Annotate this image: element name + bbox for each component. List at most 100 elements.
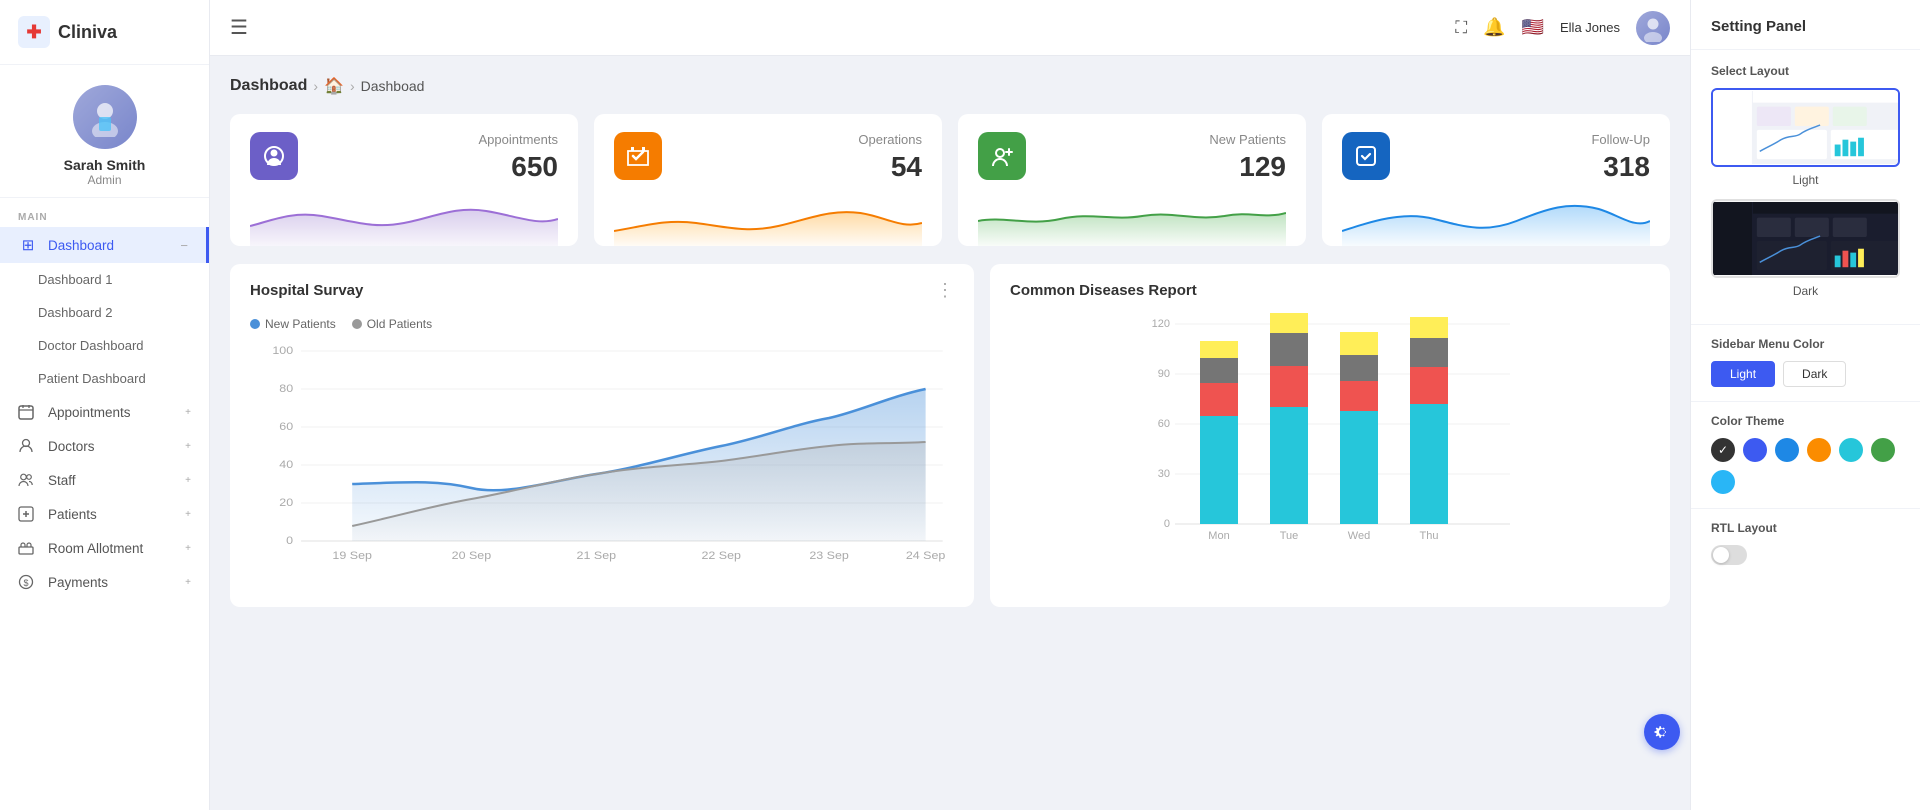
appointments-stat-label: Appointments (479, 132, 559, 147)
svg-text:20 Sep: 20 Sep (452, 550, 492, 562)
sidebar-item-doctors[interactable]: Doctors + (0, 429, 209, 463)
sidebar-item-room-allotment[interactable]: Room Allotment + (0, 531, 209, 565)
svg-text:21 Sep: 21 Sep (577, 550, 617, 562)
breadcrumb-current: Dashboad (361, 78, 425, 94)
color-theme-label: Color Theme (1711, 414, 1900, 428)
rtl-label: RTL Layout (1711, 521, 1900, 535)
theme-dot-blue[interactable] (1743, 438, 1767, 462)
theme-dot-green[interactable] (1871, 438, 1895, 462)
fullscreen-icon[interactable]: ⛶ (1455, 18, 1467, 38)
room-allotment-expand: + (185, 543, 191, 554)
theme-dot-cyan[interactable] (1839, 438, 1863, 462)
dark-layout-preview[interactable] (1711, 199, 1900, 278)
flag-icon[interactable]: 🇺🇸 (1522, 17, 1544, 38)
operations-stat-label: Operations (858, 132, 922, 147)
sidebar-item-patient-dashboard[interactable]: Patient Dashboard (0, 362, 209, 395)
topbar-username: Ella Jones (1560, 20, 1620, 35)
svg-text:80: 80 (279, 383, 293, 395)
rtl-toggle-switch[interactable] (1711, 545, 1747, 565)
sidebar-item-payments[interactable]: $ Payments + (0, 565, 209, 599)
sidebar-light-btn[interactable]: Light (1711, 361, 1775, 387)
charts-row: Hospital Survay ⋮ New Patients Old Patie… (230, 264, 1670, 607)
patients-expand: + (185, 509, 191, 520)
topbar-right: ⛶ 🔔 🇺🇸 Ella Jones (1455, 11, 1670, 45)
sidebar-item-dashboard2[interactable]: Dashboard 2 (0, 296, 209, 329)
new-patients-wave (978, 191, 1286, 246)
svg-text:40: 40 (279, 459, 293, 471)
dashboard-collapse-icon[interactable]: − (180, 238, 188, 253)
operations-wave (614, 191, 922, 246)
theme-dot-skyblue[interactable] (1711, 470, 1735, 494)
setting-panel: Setting Panel Select Layout (1690, 0, 1920, 810)
theme-dot-dark[interactable]: ✓ (1711, 438, 1735, 462)
diseases-chart-svg: 120 90 60 30 0 (1010, 309, 1650, 589)
room-allotment-label: Room Allotment (48, 541, 175, 556)
doctors-icon (18, 438, 38, 454)
theme-dot-lightblue[interactable] (1775, 438, 1799, 462)
appointments-icon (18, 404, 38, 420)
settings-fab[interactable] (1644, 714, 1680, 750)
survey-chart-svg: 100 80 60 40 20 0 19 Sep 20 Sep 21 Sep 2… (250, 341, 954, 571)
svg-text:Thu: Thu (1420, 530, 1439, 542)
patients-icon (18, 506, 38, 522)
room-allotment-icon (18, 540, 38, 556)
home-icon[interactable]: 🏠 (324, 76, 344, 96)
legend-old-patients: Old Patients (352, 317, 432, 331)
payments-expand: + (185, 577, 191, 588)
sidebar-color-section: Sidebar Menu Color Light Dark (1691, 324, 1920, 401)
operations-stat-value: 54 (858, 151, 922, 183)
stat-card-new-patients: New Patients 129 (958, 114, 1306, 246)
sidebar-item-staff[interactable]: Staff + (0, 463, 209, 497)
stats-row: Appointments 650 (230, 114, 1670, 246)
rtl-section: RTL Layout (1691, 508, 1920, 579)
sidebar: ✚ Cliniva Sarah Smith Admin MAIN ⊞ Dashb… (0, 0, 210, 810)
svg-text:Tue: Tue (1280, 530, 1299, 542)
svg-text:23 Sep: 23 Sep (809, 550, 849, 562)
stat4-value: 318 (1591, 151, 1650, 183)
common-diseases-card: Common Diseases Report 120 90 60 30 0 (990, 264, 1670, 607)
operations-stat-icon (614, 132, 662, 180)
dashboard-icon: ⊞ (18, 236, 38, 254)
logo-icon: ✚ (18, 16, 50, 48)
svg-text:60: 60 (279, 421, 293, 433)
breadcrumb-sep1: › (313, 78, 318, 94)
stat-card-4: Follow-Up 318 (1322, 114, 1670, 246)
avatar-placeholder (73, 85, 137, 149)
sidebar-item-patients[interactable]: Patients + (0, 497, 209, 531)
survey-menu-icon[interactable]: ⋮ (936, 280, 954, 301)
light-layout-preview[interactable] (1711, 88, 1900, 167)
appointments-stat-icon (250, 132, 298, 180)
menu-icon[interactable]: ☰ (230, 15, 248, 40)
doctors-expand: + (185, 441, 191, 452)
new-patients-stat-value: 129 (1209, 151, 1286, 183)
notification-icon[interactable]: 🔔 (1483, 17, 1505, 38)
setting-panel-title: Setting Panel (1691, 0, 1920, 50)
sidebar-item-dashboard[interactable]: ⊞ Dashboard − (0, 227, 209, 263)
staff-expand: + (185, 475, 191, 486)
hospital-survey-card: Hospital Survay ⋮ New Patients Old Patie… (230, 264, 974, 607)
patient-dashboard-label: Patient Dashboard (38, 371, 191, 386)
svg-text:30: 30 (1158, 468, 1170, 480)
topbar-avatar[interactable] (1636, 11, 1670, 45)
theme-dot-orange[interactable] (1807, 438, 1831, 462)
legend-new-patients: New Patients (250, 317, 336, 331)
payments-icon: $ (18, 574, 38, 590)
survey-chart-title: Hospital Survay (250, 282, 363, 299)
sidebar-item-appointments[interactable]: Appointments + (0, 395, 209, 429)
dashboard-area: Dashboad › 🏠 › Dashboad Appointments 650 (210, 56, 1690, 810)
sidebar-dark-btn[interactable]: Dark (1783, 361, 1846, 387)
select-layout-section: Select Layout Light (1691, 50, 1920, 324)
sidebar-section-label: MAIN (0, 198, 209, 227)
select-layout-label: Select Layout (1711, 64, 1900, 78)
stat4-icon (1342, 132, 1390, 180)
svg-text:Mon: Mon (1208, 530, 1229, 542)
sidebar-item-label-dashboard: Dashboard (48, 238, 170, 253)
sidebar-color-buttons: Light Dark (1711, 361, 1900, 387)
sidebar-item-dashboard1[interactable]: Dashboard 1 (0, 263, 209, 296)
legend-old-label: Old Patients (367, 317, 432, 331)
svg-text:0: 0 (286, 535, 293, 547)
sidebar-item-doctor-dashboard[interactable]: Doctor Dashboard (0, 329, 209, 362)
svg-text:22 Sep: 22 Sep (701, 550, 741, 562)
toggle-knob (1713, 547, 1729, 563)
stat-card-appointments: Appointments 650 (230, 114, 578, 246)
